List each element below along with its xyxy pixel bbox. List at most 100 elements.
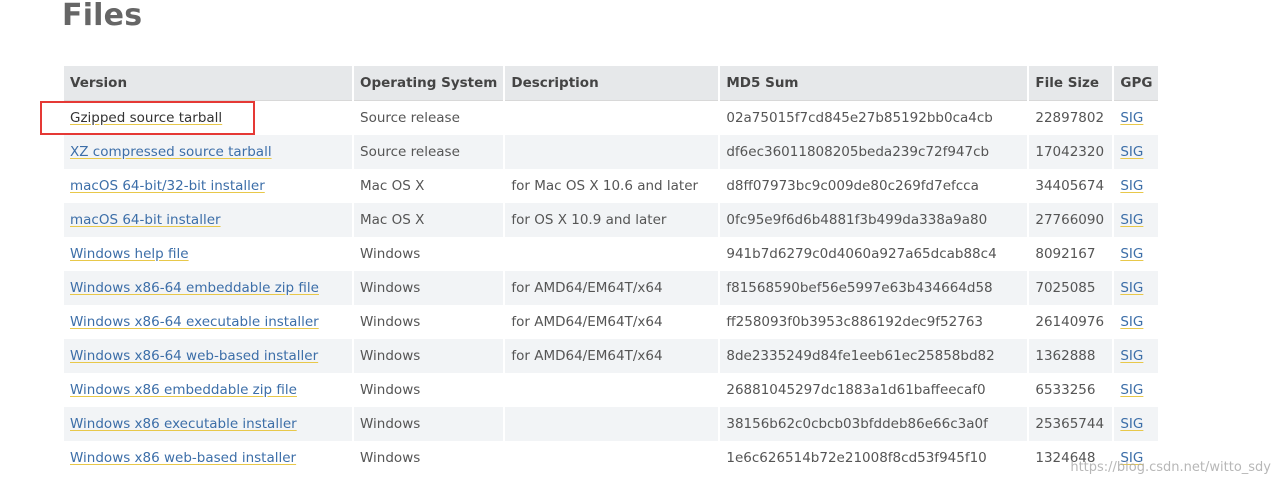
gpg-cell: SIG (1114, 407, 1159, 441)
version-link[interactable]: Windows x86 executable installer (70, 416, 297, 432)
version-cell: Windows help file (64, 237, 352, 271)
size-cell: 25365744 (1029, 407, 1113, 441)
version-cell: macOS 64-bit installer (64, 203, 352, 237)
version-link[interactable]: Windows x86 web-based installer (70, 450, 296, 466)
size-cell: 6533256 (1029, 373, 1113, 407)
version-cell: Windows x86 embeddable zip file (64, 373, 352, 407)
os-cell: Windows (354, 373, 504, 407)
sig-link[interactable]: SIG (1120, 110, 1143, 126)
table-row: Windows x86-64 executable installer Wind… (64, 305, 1159, 339)
sig-link[interactable]: SIG (1120, 212, 1143, 228)
sig-link[interactable]: SIG (1120, 416, 1143, 432)
table-row: Windows x86 web-based installer Windows … (64, 441, 1159, 475)
description-cell: for AMD64/EM64T/x64 (505, 271, 719, 305)
header-file-size: File Size (1029, 66, 1113, 101)
table-row: macOS 64-bit/32-bit installer Mac OS X f… (64, 169, 1159, 203)
size-cell: 27766090 (1029, 203, 1113, 237)
md5-cell: 38156b62c0cbcb03bfddeb86e66c3a0f (720, 407, 1028, 441)
version-link[interactable]: Windows x86-64 web-based installer (70, 348, 318, 364)
page-title: Files (62, 0, 143, 33)
version-link[interactable]: XZ compressed source tarball (70, 144, 272, 160)
table-row: Windows x86 executable installer Windows… (64, 407, 1159, 441)
version-cell: XZ compressed source tarball (64, 135, 352, 169)
gpg-cell: SIG (1114, 101, 1159, 135)
version-cell: Windows x86 web-based installer (64, 441, 352, 475)
table-row: Windows help file Windows 941b7d6279c0d4… (64, 237, 1159, 271)
table-row: Windows x86-64 embeddable zip file Windo… (64, 271, 1159, 305)
watermark: https://blog.csdn.net/witto_sdy (1070, 460, 1271, 475)
os-cell: Windows (354, 237, 504, 271)
gpg-cell: SIG (1114, 237, 1159, 271)
md5-cell: d8ff07973bc9c009de80c269fd7efcca (720, 169, 1028, 203)
version-cell: macOS 64-bit/32-bit installer (64, 169, 352, 203)
header-md5-sum: MD5 Sum (720, 66, 1028, 101)
version-cell: Windows x86-64 executable installer (64, 305, 352, 339)
md5-cell: ff258093f0b3953c886192dec9f52763 (720, 305, 1028, 339)
size-cell: 1362888 (1029, 339, 1113, 373)
version-link[interactable]: Windows x86-64 executable installer (70, 314, 319, 330)
size-cell: 22897802 (1029, 101, 1113, 135)
version-link[interactable]: Windows help file (70, 246, 189, 262)
sig-link[interactable]: SIG (1120, 280, 1143, 296)
gpg-cell: SIG (1114, 339, 1159, 373)
version-link[interactable]: Gzipped source tarball (70, 110, 222, 126)
header-gpg: GPG (1114, 66, 1159, 101)
sig-link[interactable]: SIG (1120, 314, 1143, 330)
sig-link[interactable]: SIG (1120, 178, 1143, 194)
files-table: Version Operating System Description MD5… (62, 66, 1160, 475)
os-cell: Source release (354, 101, 504, 135)
description-cell (505, 135, 719, 169)
md5-cell: f81568590bef56e5997e63b434664d58 (720, 271, 1028, 305)
size-cell: 8092167 (1029, 237, 1113, 271)
md5-cell: 26881045297dc1883a1d61baffeecaf0 (720, 373, 1028, 407)
md5-cell: 1e6c626514b72e21008f8cd53f945f10 (720, 441, 1028, 475)
sig-link[interactable]: SIG (1120, 144, 1143, 160)
description-cell (505, 373, 719, 407)
table-row: Gzipped source tarball Source release 02… (64, 101, 1159, 135)
version-cell: Windows x86 executable installer (64, 407, 352, 441)
table-row: Windows x86 embeddable zip file Windows … (64, 373, 1159, 407)
description-cell: for OS X 10.9 and later (505, 203, 719, 237)
header-version: Version (64, 66, 352, 101)
table-row: XZ compressed source tarball Source rele… (64, 135, 1159, 169)
header-operating-system: Operating System (354, 66, 504, 101)
version-cell: Windows x86-64 web-based installer (64, 339, 352, 373)
sig-link[interactable]: SIG (1120, 382, 1143, 398)
version-cell: Gzipped source tarball (64, 101, 352, 135)
md5-cell: 8de2335249d84fe1eeb61ec25858bd82 (720, 339, 1028, 373)
description-cell: for AMD64/EM64T/x64 (505, 305, 719, 339)
version-link[interactable]: Windows x86 embeddable zip file (70, 382, 297, 398)
os-cell: Source release (354, 135, 504, 169)
header-description: Description (505, 66, 719, 101)
sig-link[interactable]: SIG (1120, 246, 1143, 262)
sig-link[interactable]: SIG (1120, 348, 1143, 364)
os-cell: Windows (354, 407, 504, 441)
table-header-row: Version Operating System Description MD5… (64, 66, 1159, 101)
md5-cell: 02a75015f7cd845e27b85192bb0ca4cb (720, 101, 1028, 135)
gpg-cell: SIG (1114, 135, 1159, 169)
description-cell (505, 101, 719, 135)
size-cell: 26140976 (1029, 305, 1113, 339)
md5-cell: 0fc95e9f6d6b4881f3b499da338a9a80 (720, 203, 1028, 237)
os-cell: Mac OS X (354, 169, 504, 203)
version-link[interactable]: Windows x86-64 embeddable zip file (70, 280, 319, 296)
version-link[interactable]: macOS 64-bit installer (70, 212, 221, 228)
version-link[interactable]: macOS 64-bit/32-bit installer (70, 178, 265, 194)
gpg-cell: SIG (1114, 203, 1159, 237)
size-cell: 17042320 (1029, 135, 1113, 169)
md5-cell: df6ec36011808205beda239c72f947cb (720, 135, 1028, 169)
size-cell: 34405674 (1029, 169, 1113, 203)
description-cell (505, 237, 719, 271)
size-cell: 7025085 (1029, 271, 1113, 305)
gpg-cell: SIG (1114, 305, 1159, 339)
gpg-cell: SIG (1114, 373, 1159, 407)
gpg-cell: SIG (1114, 271, 1159, 305)
description-cell: for Mac OS X 10.6 and later (505, 169, 719, 203)
md5-cell: 941b7d6279c0d4060a927a65dcab88c4 (720, 237, 1028, 271)
table-row: Windows x86-64 web-based installer Windo… (64, 339, 1159, 373)
os-cell: Windows (354, 441, 504, 475)
table-row: macOS 64-bit installer Mac OS X for OS X… (64, 203, 1159, 237)
description-cell (505, 407, 719, 441)
description-cell (505, 441, 719, 475)
os-cell: Windows (354, 271, 504, 305)
